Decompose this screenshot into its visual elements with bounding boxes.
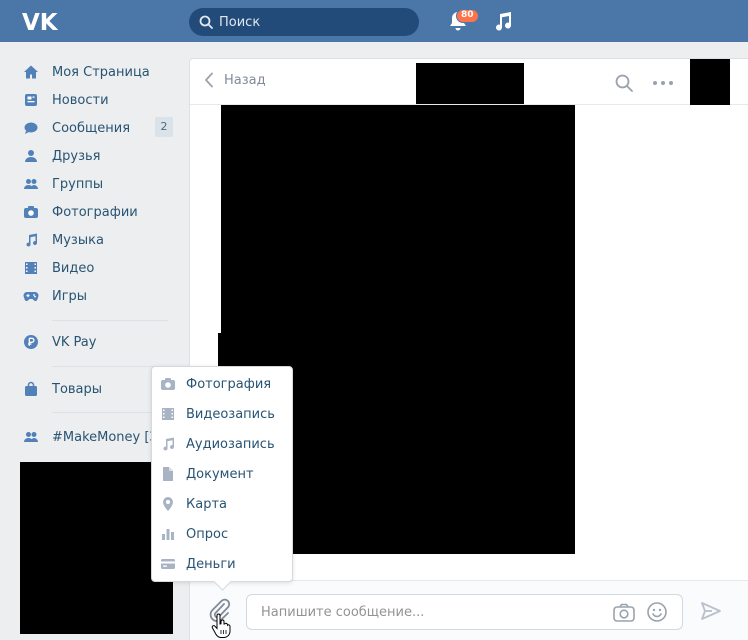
- sidebar-item-label: Моя Страница: [52, 64, 150, 80]
- vkpay-icon: [22, 333, 40, 351]
- sidebar-item-label: Товары: [52, 381, 103, 397]
- groups-icon: [22, 428, 40, 446]
- news-icon: [22, 91, 40, 109]
- attach-item-label: Опрос: [186, 526, 229, 542]
- sidebar-item-label: Видео: [52, 260, 95, 276]
- chat-header: Назад: [190, 59, 748, 105]
- sidebar-item-my-page[interactable]: Моя Страница: [22, 58, 182, 86]
- sidebar-divider: [52, 366, 168, 367]
- attach-audio[interactable]: Аудиозапись: [160, 429, 290, 459]
- attach-document[interactable]: Документ: [160, 459, 290, 489]
- back-button[interactable]: Назад: [204, 72, 266, 88]
- top-header: VK Поиск 80: [0, 0, 748, 42]
- sidebar-item-friends[interactable]: Друзья: [22, 142, 182, 170]
- attach-item-label: Аудиозапись: [186, 436, 275, 452]
- sidebar-item-music[interactable]: Музыка: [22, 226, 182, 254]
- sidebar-item-photos[interactable]: Фотографии: [22, 198, 182, 226]
- message-composer: [190, 580, 748, 640]
- notifications-badge: 80: [456, 9, 479, 23]
- chevron-left-icon: [205, 72, 213, 88]
- attach-item-label: Деньги: [186, 556, 236, 572]
- map-pin-icon: [160, 496, 176, 512]
- attach-menu: Фотография Видеозапись Аудиозапись Докум…: [151, 366, 293, 582]
- sidebar-item-label: Фотографии: [52, 204, 138, 220]
- video-icon: [22, 259, 40, 277]
- send-icon[interactable]: [700, 600, 722, 622]
- bag-icon: [22, 380, 40, 398]
- groups-icon: [22, 175, 40, 193]
- camera-icon[interactable]: [612, 602, 636, 624]
- attach-poll[interactable]: Опрос: [160, 519, 290, 549]
- camera-icon: [22, 203, 40, 221]
- sidebar-item-news[interactable]: Новости: [22, 86, 182, 114]
- document-icon: [160, 466, 176, 482]
- film-icon: [160, 406, 176, 422]
- sidebar-divider: [52, 320, 168, 321]
- back-label: Назад: [224, 72, 266, 88]
- home-icon: [22, 63, 40, 81]
- hand-cursor-icon: [211, 613, 231, 638]
- music-icon[interactable]: [492, 10, 514, 32]
- friend-icon: [22, 147, 40, 165]
- message-content-redacted: [221, 105, 575, 358]
- sidebar-item-label: Игры: [52, 288, 88, 304]
- attach-item-label: Карта: [186, 496, 227, 512]
- search-icon: [199, 15, 213, 29]
- sidebar-item-label: Сообщения: [52, 120, 131, 136]
- attach-item-label: Фотография: [186, 376, 272, 392]
- poll-icon: [160, 526, 176, 542]
- camera-icon: [160, 376, 176, 392]
- search-placeholder: Поиск: [219, 14, 261, 30]
- sidebar-item-vk-pay[interactable]: VK Pay: [22, 328, 182, 356]
- avatar[interactable]: [690, 59, 730, 105]
- message-input-box[interactable]: [246, 594, 683, 630]
- attach-video[interactable]: Видеозапись: [160, 399, 290, 429]
- svg-text:VK: VK: [22, 10, 58, 33]
- search-box[interactable]: Поиск: [189, 8, 419, 36]
- music-icon: [22, 231, 40, 249]
- sidebar-item-label: Друзья: [52, 148, 101, 164]
- money-card-icon: [160, 556, 176, 572]
- sidebar-item-label: VK Pay: [52, 334, 97, 350]
- gamepad-icon: [22, 287, 40, 305]
- more-icon[interactable]: [652, 78, 674, 88]
- attach-item-label: Документ: [186, 466, 254, 482]
- sidebar-item-groups[interactable]: Группы: [22, 170, 182, 198]
- music-icon: [160, 436, 176, 452]
- chat-title-redacted: [416, 63, 524, 104]
- attach-item-label: Видеозапись: [186, 406, 275, 422]
- attach-map[interactable]: Карта: [160, 489, 290, 519]
- search-icon[interactable]: [614, 73, 634, 93]
- attach-money[interactable]: Деньги: [160, 549, 290, 579]
- sidebar-item-label: Музыка: [52, 232, 104, 248]
- vk-logo[interactable]: VK: [22, 9, 58, 33]
- sidebar-item-video[interactable]: Видео: [22, 254, 182, 282]
- message-input[interactable]: [261, 604, 591, 620]
- messages-icon: [22, 119, 40, 137]
- sidebar-item-label: Группы: [52, 176, 104, 192]
- sidebar-item-label: Новости: [52, 92, 109, 108]
- emoji-icon[interactable]: [646, 601, 668, 623]
- messages-count-badge: 2: [155, 117, 173, 137]
- attach-photo[interactable]: Фотография: [160, 369, 290, 399]
- sidebar-item-games[interactable]: Игры: [22, 282, 182, 310]
